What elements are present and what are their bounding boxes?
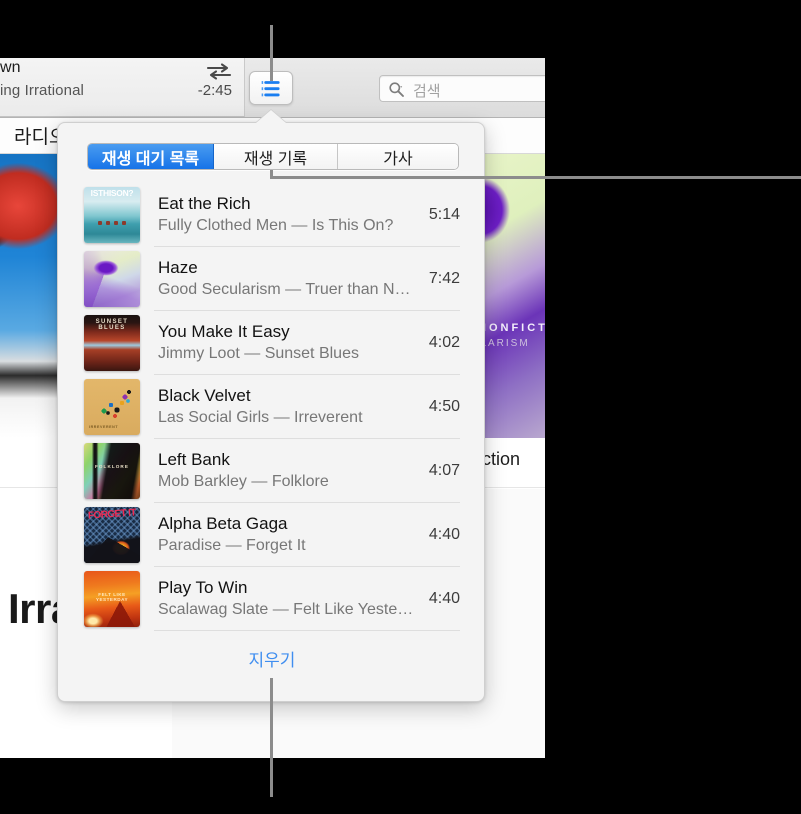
clear-row: 지우기 <box>58 646 486 671</box>
album-art-forget-it: FORGET IT <box>84 507 140 563</box>
track-duration: 4:07 <box>428 462 460 479</box>
tab-lyrics[interactable]: 가사 <box>338 144 458 169</box>
callout-line-queue-button <box>270 25 273 81</box>
album-art-title: IRREVERENT <box>89 425 119 430</box>
row-separator <box>154 630 460 631</box>
tab-up-next[interactable]: 재생 대기 목록 <box>88 144 214 169</box>
popover-tabs: 재생 대기 목록 재생 기록 가사 <box>87 143 459 170</box>
album-art-sunset-blues: SUNSET BLUES <box>84 315 140 371</box>
track-row[interactable]: FELT LIKE YESTERDAY Play To Win Scalawag… <box>58 567 486 631</box>
track-row[interactable]: Haze Good Secularism — Truer than N… 7:4… <box>58 247 486 311</box>
album-art-irreverent: IRREVERENT <box>84 379 140 435</box>
track-meta: Haze Good Secularism — Truer than N… <box>158 251 419 307</box>
search-input[interactable]: 검색 <box>379 75 545 102</box>
clear-button[interactable]: 지우기 <box>249 651 296 670</box>
track-meta: Alpha Beta Gaga Paradise — Forget It <box>158 507 419 563</box>
track-duration: 7:42 <box>428 270 460 287</box>
now-playing-display[interactable]: wn ing Irrational -2:45 <box>0 58 245 117</box>
track-meta: Eat the Rich Fully Clothed Men — Is This… <box>158 187 419 243</box>
track-meta: You Make It Easy Jimmy Loot — Sunset Blu… <box>158 315 419 371</box>
callout-line-tabs-horizontal <box>270 176 801 179</box>
now-playing-title: wn <box>0 59 21 76</box>
search-icon <box>389 82 404 97</box>
track-row[interactable]: SUNSET BLUES You Make It Easy Jimmy Loot… <box>58 311 486 375</box>
track-title: Play To Win <box>158 578 248 597</box>
now-playing-subtitle: ing Irrational <box>0 82 84 99</box>
track-row[interactable]: IRREVERENT Black Velvet Las Social Girls… <box>58 375 486 439</box>
track-subtitle: Las Social Girls — Irreverent <box>158 409 363 426</box>
album-art-truer-than-nonfiction <box>84 251 140 307</box>
album-art-folklore: FOLKLORE <box>84 443 140 499</box>
track-subtitle: Fully Clothed Men — Is This On? <box>158 217 394 234</box>
track-title: You Make It Easy <box>158 322 290 341</box>
album-art-is-this-on: ISTHISON? <box>84 187 140 243</box>
tab-history[interactable]: 재생 기록 <box>214 144 338 169</box>
screenshot-root: wn ing Irrational -2:45 검색 라디오 Store <box>0 0 801 814</box>
track-title: Haze <box>158 258 198 277</box>
track-meta: Left Bank Mob Barkley — Folklore <box>158 443 419 499</box>
track-row[interactable]: FOLKLORE Left Bank Mob Barkley — Folklor… <box>58 439 486 503</box>
track-title: Alpha Beta Gaga <box>158 514 288 533</box>
search-placeholder: 검색 <box>413 83 441 100</box>
hero-art-right: NONFICT CULARISM <box>462 154 545 438</box>
track-subtitle: Jimmy Loot — Sunset Blues <box>158 345 359 362</box>
track-duration: 4:02 <box>428 334 460 351</box>
up-next-track-list[interactable]: ISTHISON? Eat the Rich Fully Clothed Men… <box>58 183 486 631</box>
track-meta: Black Velvet Las Social Girls — Irrevere… <box>158 379 419 435</box>
track-duration: 4:50 <box>428 398 460 415</box>
hero-art-right-label-1: NONFICT <box>478 322 545 334</box>
repeat-icon[interactable] <box>204 61 234 81</box>
callout-line-clear-button <box>270 678 273 797</box>
track-title: Black Velvet <box>158 386 251 405</box>
track-subtitle: Good Secularism — Truer than N… <box>158 281 411 298</box>
track-subtitle: Paradise — Forget It <box>158 537 306 554</box>
track-title: Eat the Rich <box>158 194 251 213</box>
track-row[interactable]: FORGET IT Alpha Beta Gaga Paradise — For… <box>58 503 486 567</box>
album-art-title: FELT LIKE YESTERDAY <box>95 592 129 602</box>
album-art-felt-like-yesterday: FELT LIKE YESTERDAY <box>84 571 140 627</box>
track-duration: 4:40 <box>428 526 460 543</box>
track-subtitle: Mob Barkley — Folklore <box>158 473 329 490</box>
track-duration: 5:14 <box>428 206 460 223</box>
up-next-popover: 재생 대기 목록 재생 기록 가사 ISTHISON? Eat the Rich… <box>57 110 486 702</box>
track-subtitle: Scalawag Slate — Felt Like Yeste… <box>158 601 414 618</box>
album-art-title: SUNSET BLUES <box>95 319 129 331</box>
track-duration: 4:40 <box>428 590 460 607</box>
time-remaining: -2:45 <box>197 82 232 99</box>
track-row[interactable]: ISTHISON? Eat the Rich Fully Clothed Men… <box>58 183 486 247</box>
track-title: Left Bank <box>158 450 230 469</box>
popover-arrow <box>256 110 286 123</box>
track-meta: Play To Win Scalawag Slate — Felt Like Y… <box>158 571 419 627</box>
album-art-title: FOLKLORE <box>94 464 130 469</box>
